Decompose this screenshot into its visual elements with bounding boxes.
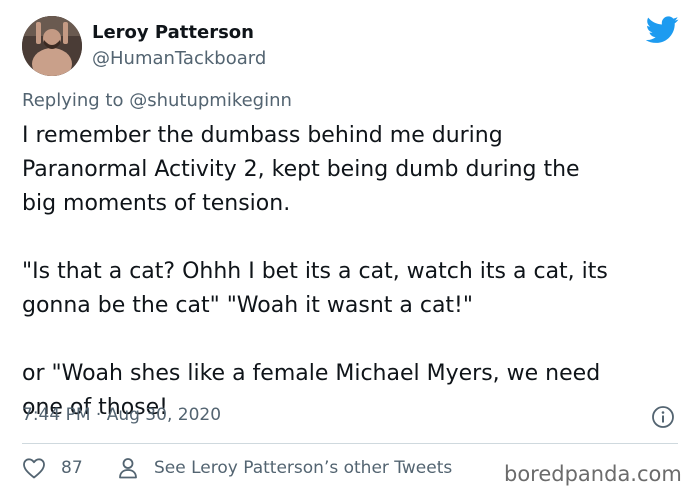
tweet-paragraph: "Is that a cat? Ohhh I bet its a cat, wa… — [22, 259, 608, 318]
divider — [22, 443, 678, 444]
like-button[interactable]: 87 — [22, 457, 83, 479]
heart-icon — [23, 458, 45, 479]
twitter-bird-icon[interactable] — [646, 16, 679, 44]
avatar[interactable] — [22, 16, 82, 76]
tweet-body: I remember the dumbass behind me during … — [22, 119, 682, 425]
avatar-image — [22, 16, 82, 76]
person-icon — [119, 458, 137, 479]
see-other-tweets-label: See Leroy Patterson’s other Tweets — [154, 458, 453, 478]
tweet-paragraph: I remember the dumbass behind me during … — [22, 123, 580, 216]
watermark: boredpanda.com — [500, 462, 686, 486]
author-name[interactable]: Leroy Patterson — [92, 22, 254, 43]
replying-to-prefix: Replying to — [22, 90, 130, 111]
see-other-tweets-link[interactable]: See Leroy Patterson’s other Tweets — [118, 457, 452, 479]
like-count: 87 — [61, 458, 83, 478]
tweet-timestamp[interactable]: 7:44 PM · Aug 30, 2020 — [22, 405, 221, 425]
reply-mention-link[interactable]: @shutupmikeginn — [129, 90, 292, 111]
author-handle[interactable]: @HumanTackboard — [92, 48, 266, 69]
replying-to: Replying to @shutupmikeginn — [22, 90, 292, 111]
info-icon[interactable] — [651, 405, 675, 429]
tweet-card: Leroy Patterson @HumanTackboard Replying… — [0, 0, 700, 498]
